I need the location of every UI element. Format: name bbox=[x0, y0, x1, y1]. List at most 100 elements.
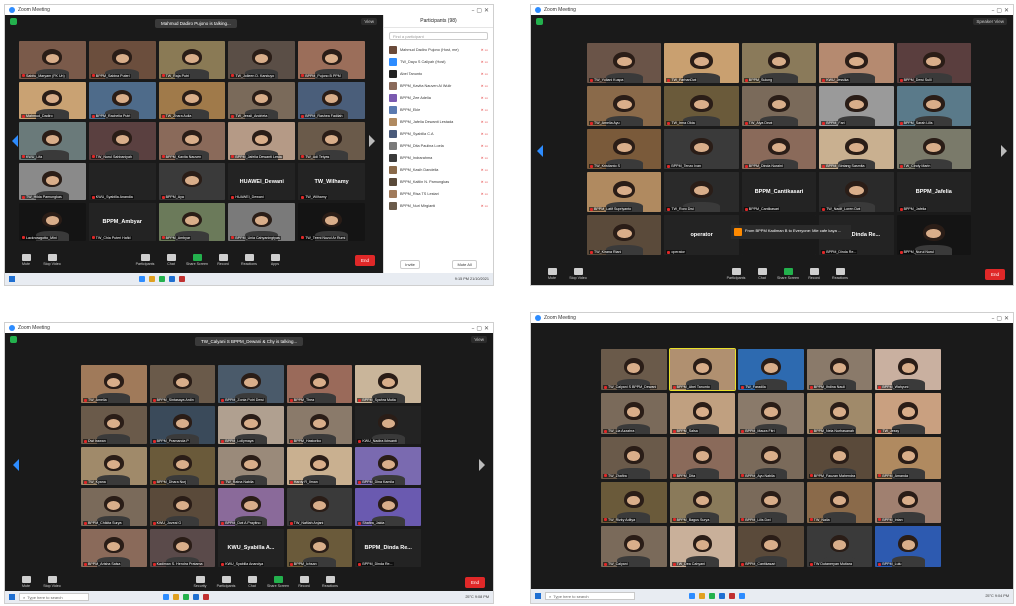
participant-video-tile[interactable]: KWU_Nadira Ikhsanti bbox=[355, 406, 421, 444]
toolbar-chat-button[interactable]: Chat bbox=[239, 576, 265, 588]
participant-video-tile[interactable]: TW_Jessli_Andrieta bbox=[228, 81, 296, 120]
next-page-icon[interactable] bbox=[479, 459, 485, 471]
participant-video-tile[interactable]: TW_Zhafira bbox=[601, 437, 667, 479]
participant-video-tile[interactable]: BPPM_Kavita Nauven bbox=[158, 122, 226, 160]
security-shield-icon[interactable] bbox=[10, 18, 17, 25]
toolbar-reactions-button[interactable]: Reactions bbox=[827, 268, 853, 280]
participant-video-tile[interactable]: BPPM_Dinda Nuraini bbox=[741, 129, 817, 169]
participant-row[interactable]: BPPM_Indrarahma ✕ ▭ bbox=[384, 152, 493, 164]
participant-video-tile[interactable]: BPPM_Intan bbox=[875, 481, 941, 523]
participant-video-tile[interactable]: BPPM_Sarah Lilis bbox=[896, 86, 971, 126]
participant-row[interactable]: Abel Tanunto ✕ ▭ bbox=[384, 68, 493, 80]
participant-video-tile[interactable]: BPPM_Amanda bbox=[875, 437, 941, 479]
participant-row[interactable]: TW_Dayu S Caliyah (Host) ✕ ▭ bbox=[384, 56, 493, 68]
participant-video-tile[interactable]: Hardy R_Ilman bbox=[286, 447, 353, 485]
participant-video-tile[interactable]: Mahmud_Dadiro bbox=[19, 81, 86, 120]
toolbar-participants-button[interactable]: Participants bbox=[213, 576, 239, 588]
participant-video-tile[interactable]: TW_Wilhamy TW_Wilhamy bbox=[298, 162, 365, 201]
participant-video-tile[interactable]: BPPM_Ayu Nabila bbox=[738, 437, 804, 479]
participant-video-tile[interactable]: BPPM_Tenzo Ivan bbox=[664, 129, 739, 169]
participant-video-tile[interactable]: BPPM_Aya bbox=[158, 162, 226, 201]
chrome-icon[interactable] bbox=[709, 593, 715, 599]
taskbar-search[interactable]: ⌕ Type here to search bbox=[545, 592, 635, 600]
participant-row[interactable]: BPPM_Risa TS Lestari ✕ ▭ bbox=[384, 188, 493, 200]
toolbar-chat-button[interactable]: Chat bbox=[158, 254, 184, 266]
participant-row[interactable]: BPPM_Syabilla C.A ✕ ▭ bbox=[384, 128, 493, 140]
participant-video-tile[interactable]: BPPM_Dinda Re... BPPM_Dinda Re... bbox=[355, 529, 421, 567]
toolbar-mute-button[interactable]: Mute bbox=[13, 576, 39, 588]
participant-video-tile[interactable]: BPPM_Jafelia Dewanti Lesta bbox=[228, 122, 296, 160]
participant-video-tile[interactable]: operator operator bbox=[664, 215, 739, 255]
participant-row[interactable]: BPPM_Kasih Dandelia ✕ ▭ bbox=[384, 164, 493, 176]
participant-video-tile[interactable]: TW_Kyana bbox=[81, 447, 147, 485]
participant-video-tile[interactable]: Lacknowgotto_Mini bbox=[19, 203, 86, 241]
participant-video-tile[interactable]: Shafira_Jalda bbox=[355, 488, 421, 526]
edge-icon[interactable] bbox=[719, 593, 725, 599]
participant-video-tile[interactable]: TW_Rizky Aditya bbox=[601, 481, 667, 523]
participant-video-tile[interactable]: TW_Zhara Aulia bbox=[158, 81, 226, 120]
toolbar-stop-video-button[interactable]: Stop Video bbox=[565, 268, 591, 280]
toolbar-share-screen-button[interactable]: Share Screen bbox=[775, 268, 801, 280]
participant-video-tile[interactable]: Dwi Irawan bbox=[81, 406, 147, 444]
participant-video-tile[interactable]: BPPM_Nurul Nurul bbox=[896, 215, 971, 255]
participant-row[interactable]: BPPM_Nuri Mirgianti ✕ ▭ bbox=[384, 200, 493, 212]
participant-row[interactable]: BPPM_Ekle ✕ ▭ bbox=[384, 104, 493, 116]
next-page-icon[interactable] bbox=[369, 135, 375, 147]
participant-video-tile[interactable]: BPPM_Sabina Puteri bbox=[88, 41, 156, 79]
participant-video-tile[interactable]: KWU_Syabilla Anandia bbox=[88, 162, 156, 201]
participant-video-tile[interactable]: BPPM_Ihdina Nauli bbox=[806, 349, 873, 391]
view-button[interactable]: View bbox=[471, 336, 487, 343]
participant-video-tile[interactable]: BPPM_Rashea Fadilah bbox=[298, 81, 365, 120]
toolbar-reactions-button[interactable]: Reactions bbox=[317, 576, 343, 588]
participant-video-tile[interactable]: BPPM_Syahra Mutia bbox=[355, 365, 421, 403]
zoom-app-icon[interactable] bbox=[139, 276, 145, 282]
participant-video-tile[interactable]: BPPM_Zonia Putri Dewi bbox=[218, 365, 284, 403]
toolbar-chat-button[interactable]: Chat bbox=[749, 268, 775, 280]
participant-video-tile[interactable]: KWU_Lifa bbox=[19, 122, 86, 160]
toolbar-record-button[interactable]: Record bbox=[801, 268, 827, 280]
next-page-icon[interactable] bbox=[1001, 145, 1007, 157]
participant-video-tile[interactable]: BPPM_Maura Fitri bbox=[738, 393, 804, 435]
participant-video-tile[interactable]: BPPM_Bagus Surya bbox=[669, 481, 736, 523]
end-meeting-button[interactable]: End bbox=[355, 254, 376, 266]
participant-video-tile[interactable]: BPPM_Nela Nurhasanah bbox=[806, 393, 873, 435]
app-icon[interactable] bbox=[729, 593, 735, 599]
participant-video-tile[interactable]: BPPM_Ambyar TW_Chia Puteri Hafid bbox=[88, 203, 156, 241]
participant-video-tile[interactable]: BPPM_Hastoriko bbox=[286, 406, 353, 444]
windows-start-icon[interactable] bbox=[535, 593, 541, 599]
toolbar-security-button[interactable]: Security bbox=[187, 576, 213, 588]
participant-row[interactable]: BPPM_Kaitlin N. Pamungkas ✕ ▭ bbox=[384, 176, 493, 188]
window-controls[interactable]: – ▢ ✕ bbox=[991, 315, 1009, 322]
participant-video-tile[interactable]: BPPM_Thea bbox=[286, 365, 353, 403]
toolbar-share-screen-button[interactable]: Share Screen bbox=[265, 576, 291, 588]
toolbar-record-button[interactable]: Record bbox=[291, 576, 317, 588]
file-explorer-icon[interactable] bbox=[149, 276, 155, 282]
app-icon[interactable] bbox=[203, 594, 209, 600]
participant-row[interactable]: BPPM_Kavita Nauven Al Wulir ✕ ▭ bbox=[384, 80, 493, 92]
participant-video-tile[interactable]: TW_Teeni Nuzul Ar Rumi bbox=[298, 203, 365, 241]
participant-video-tile[interactable]: BPPM_Dewi Sulli bbox=[896, 43, 971, 83]
participant-video-tile[interactable]: BPPM_Fauzan Mahendra bbox=[806, 437, 873, 479]
participant-video-tile[interactable]: TW Dutaneryan Mutiara bbox=[806, 525, 873, 567]
security-shield-icon[interactable] bbox=[10, 336, 17, 343]
toolbar-participants-button[interactable]: Participants bbox=[723, 268, 749, 280]
participant-video-tile[interactable]: BPPM_Dhara Nurj bbox=[149, 447, 216, 485]
toolbar-participants-button[interactable]: Participants bbox=[132, 254, 158, 266]
participant-video-tile[interactable]: TW_Jolleen D. Karstuyo bbox=[228, 41, 296, 79]
edge-icon[interactable] bbox=[169, 276, 175, 282]
participant-video-tile[interactable]: Sabitu_Maryam (FK Un) bbox=[19, 41, 86, 79]
participant-video-tile[interactable]: TW_Nadif_Loren Dwi bbox=[819, 172, 894, 212]
participant-video-tile[interactable]: BPPM_Lilis Dwi bbox=[738, 481, 804, 523]
end-meeting-button[interactable]: End bbox=[985, 268, 1006, 280]
speaker-view-button[interactable]: Speaker View bbox=[973, 18, 1007, 25]
windows-start-icon[interactable] bbox=[9, 276, 15, 282]
prev-page-icon[interactable] bbox=[12, 135, 18, 147]
participant-video-tile[interactable]: KWU_Syabilla A... KWU_Syabilla Anandya bbox=[218, 529, 284, 567]
participant-video-tile[interactable]: TW_Yuliani Kuspa bbox=[587, 43, 662, 83]
zoom-app-icon[interactable] bbox=[163, 594, 169, 600]
participant-video-tile[interactable]: TW_Amelia bbox=[81, 365, 147, 403]
file-explorer-icon[interactable] bbox=[699, 593, 705, 599]
participant-video-tile[interactable]: BPPM_Arisha Salsa bbox=[81, 529, 147, 567]
participant-video-tile[interactable]: TW_FarhanDwi bbox=[664, 43, 739, 83]
participant-row[interactable]: BPPM_Jafelia Dewanti Lestada ✕ ▭ bbox=[384, 116, 493, 128]
